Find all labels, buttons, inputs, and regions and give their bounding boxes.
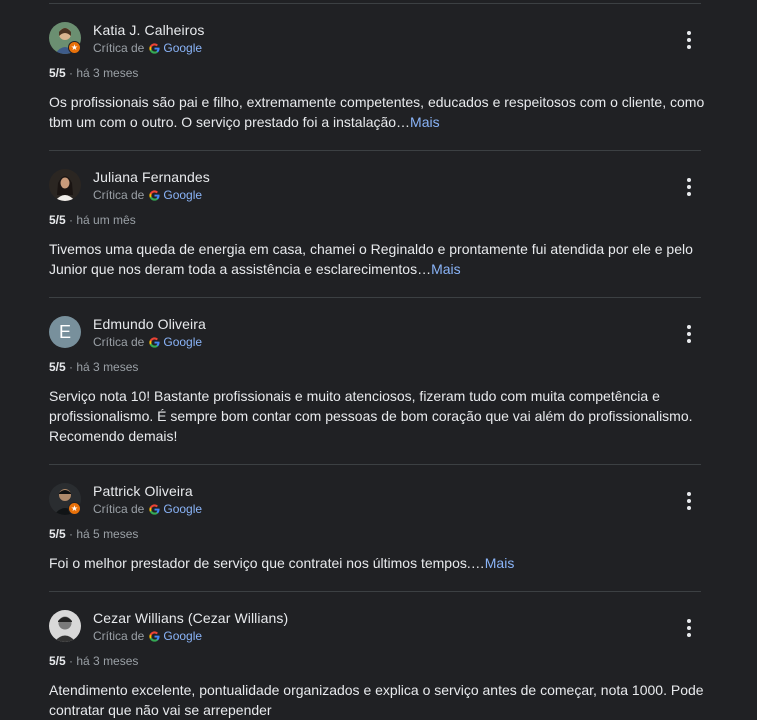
review-text: Foi o melhor prestador de serviço que co… bbox=[49, 553, 709, 573]
google-label: Google bbox=[163, 502, 203, 516]
critic-label: Crítica de bbox=[93, 41, 145, 55]
more-options-icon[interactable] bbox=[677, 175, 701, 199]
google-label: Google bbox=[163, 335, 203, 349]
divider bbox=[49, 591, 701, 592]
review-time: há 3 meses bbox=[76, 654, 139, 668]
rating: 5/5 bbox=[49, 213, 66, 227]
rating: 5/5 bbox=[49, 66, 66, 80]
avatar-letter: E bbox=[49, 316, 81, 348]
review-time: há um mês bbox=[76, 213, 136, 227]
review-body: Serviço nota 10! Bastante profissionais … bbox=[49, 388, 693, 444]
review-body: Atendimento excelente, pontualidade orga… bbox=[49, 682, 704, 718]
more-options-icon[interactable] bbox=[677, 616, 701, 640]
reviewer-name[interactable]: Edmundo Oliveira bbox=[93, 316, 206, 332]
separator: · bbox=[69, 654, 74, 668]
review-time: há 5 meses bbox=[76, 527, 139, 541]
reviewer-name[interactable]: Katia J. Calheiros bbox=[93, 22, 205, 38]
google-logo-icon bbox=[149, 503, 160, 515]
avatar[interactable] bbox=[49, 169, 81, 201]
google-logo-icon bbox=[149, 42, 160, 54]
local-guide-badge-icon: ★ bbox=[68, 502, 81, 515]
more-options-icon[interactable] bbox=[677, 28, 701, 52]
critic-label: Crítica de bbox=[93, 335, 145, 349]
rating: 5/5 bbox=[49, 654, 66, 668]
critic-label: Crítica de bbox=[93, 502, 145, 516]
review-source: Crítica de Google bbox=[93, 629, 202, 643]
review-body: Os profissionais são pai e filho, extrem… bbox=[49, 94, 705, 130]
google-logo-icon bbox=[149, 189, 160, 201]
rating: 5/5 bbox=[49, 527, 66, 541]
review-body: Foi o melhor prestador de serviço que co… bbox=[49, 555, 485, 571]
reviewer-name[interactable]: Juliana Fernandes bbox=[93, 169, 210, 185]
more-link[interactable]: Mais bbox=[431, 261, 461, 277]
rating: 5/5 bbox=[49, 360, 66, 374]
review-text: Serviço nota 10! Bastante profissionais … bbox=[49, 386, 709, 446]
avatar[interactable]: E bbox=[49, 316, 81, 348]
review-text: Os profissionais são pai e filho, extrem… bbox=[49, 92, 709, 132]
divider bbox=[49, 150, 701, 151]
avatar[interactable]: ★ bbox=[49, 483, 81, 515]
more-link[interactable]: Mais bbox=[485, 555, 515, 571]
profile-photo-icon bbox=[49, 610, 81, 642]
google-logo-icon bbox=[149, 630, 160, 642]
reviews-panel: ★ Katia J. Calheiros Crítica de Google 5… bbox=[0, 0, 757, 720]
more-link[interactable]: Mais bbox=[410, 114, 440, 130]
review-source: Crítica de Google bbox=[93, 41, 202, 55]
google-label: Google bbox=[163, 41, 203, 55]
divider bbox=[49, 464, 701, 465]
review-text: Tivemos uma queda de energia em casa, ch… bbox=[49, 239, 709, 279]
more-options-icon[interactable] bbox=[677, 322, 701, 346]
critic-label: Crítica de bbox=[93, 188, 145, 202]
review-time: há 3 meses bbox=[76, 66, 139, 80]
critic-label: Crítica de bbox=[93, 629, 145, 643]
google-label: Google bbox=[163, 629, 203, 643]
review-time: há 3 meses bbox=[76, 360, 139, 374]
more-options-icon[interactable] bbox=[677, 489, 701, 513]
review-body: Tivemos uma queda de energia em casa, ch… bbox=[49, 241, 693, 277]
review-meta: 5/5 · há 3 meses bbox=[49, 360, 138, 374]
review-meta: 5/5 · há 3 meses bbox=[49, 66, 138, 80]
avatar[interactable] bbox=[49, 610, 81, 642]
reviewer-name[interactable]: Cezar Willians (Cezar Willians) bbox=[93, 610, 288, 626]
separator: · bbox=[69, 360, 74, 374]
review-meta: 5/5 · há 5 meses bbox=[49, 527, 138, 541]
divider bbox=[49, 297, 701, 298]
review-meta: 5/5 · há 3 meses bbox=[49, 654, 138, 668]
separator: · bbox=[69, 527, 74, 541]
profile-photo-icon bbox=[49, 169, 81, 201]
reviewer-name[interactable]: Pattrick Oliveira bbox=[93, 483, 193, 499]
review-source: Crítica de Google bbox=[93, 335, 202, 349]
google-label: Google bbox=[163, 188, 203, 202]
avatar[interactable]: ★ bbox=[49, 22, 81, 54]
review-meta: 5/5 · há um mês bbox=[49, 213, 136, 227]
review-text: Atendimento excelente, pontualidade orga… bbox=[49, 680, 709, 720]
google-logo-icon bbox=[149, 336, 160, 348]
review-source: Crítica de Google bbox=[93, 502, 202, 516]
divider bbox=[49, 3, 701, 4]
review-source: Crítica de Google bbox=[93, 188, 202, 202]
separator: · bbox=[69, 213, 74, 227]
separator: · bbox=[69, 66, 74, 80]
local-guide-badge-icon: ★ bbox=[68, 41, 81, 54]
